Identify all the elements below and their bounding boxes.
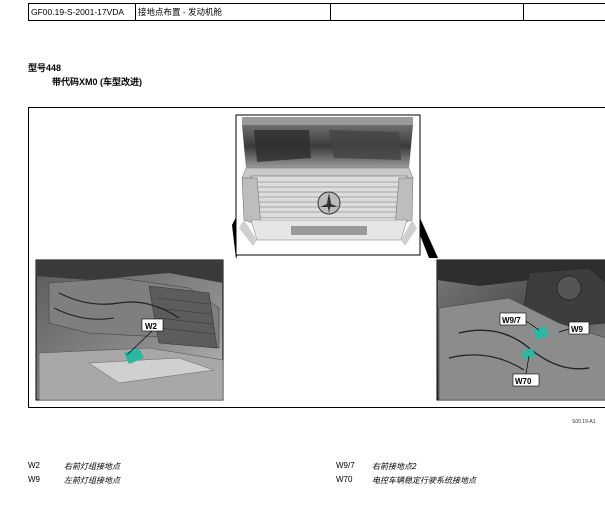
vehicle-front-image [235, 114, 421, 256]
doc-id: GF00.19-S-2001-17VDA [29, 4, 136, 20]
left-detail-image [35, 259, 224, 401]
legend-code: W9 [28, 475, 40, 484]
variant-heading: 带代码XM0 (车型改进) [52, 77, 143, 87]
callout-w9: W9 [571, 325, 584, 334]
doc-title: 接地点布置 - 发动机舱 [136, 4, 331, 20]
callout-w9-7: W9/7 [502, 316, 521, 325]
callout-w2: W2 [145, 322, 158, 331]
model-heading: 型号448 [28, 63, 62, 73]
legend-desc: 左前灯组接地点 [64, 476, 120, 485]
figure-frame: W2 W9/7 W9 W70 [28, 107, 605, 408]
header-cell-4 [524, 4, 605, 20]
header-table: GF00.19-S-2001-17VDA 接地点布置 - 发动机舱 [28, 3, 605, 21]
header-cell-3 [331, 4, 524, 20]
engine-bay-illustration: W2 W9/7 W9 W70 [35, 114, 605, 401]
legend-desc: 右前灯组接地点 [64, 462, 120, 471]
legend-code: W9/7 [336, 461, 355, 470]
legend-code: W70 [336, 475, 353, 484]
callout-w70: W70 [515, 377, 532, 386]
figure-code: S00.19-A1 [572, 419, 596, 425]
legend-desc: 右前接地点2 [372, 462, 417, 471]
legend-desc: 电控车辆稳定行驶系统接地点 [372, 476, 476, 485]
legend-code: W2 [28, 461, 40, 470]
